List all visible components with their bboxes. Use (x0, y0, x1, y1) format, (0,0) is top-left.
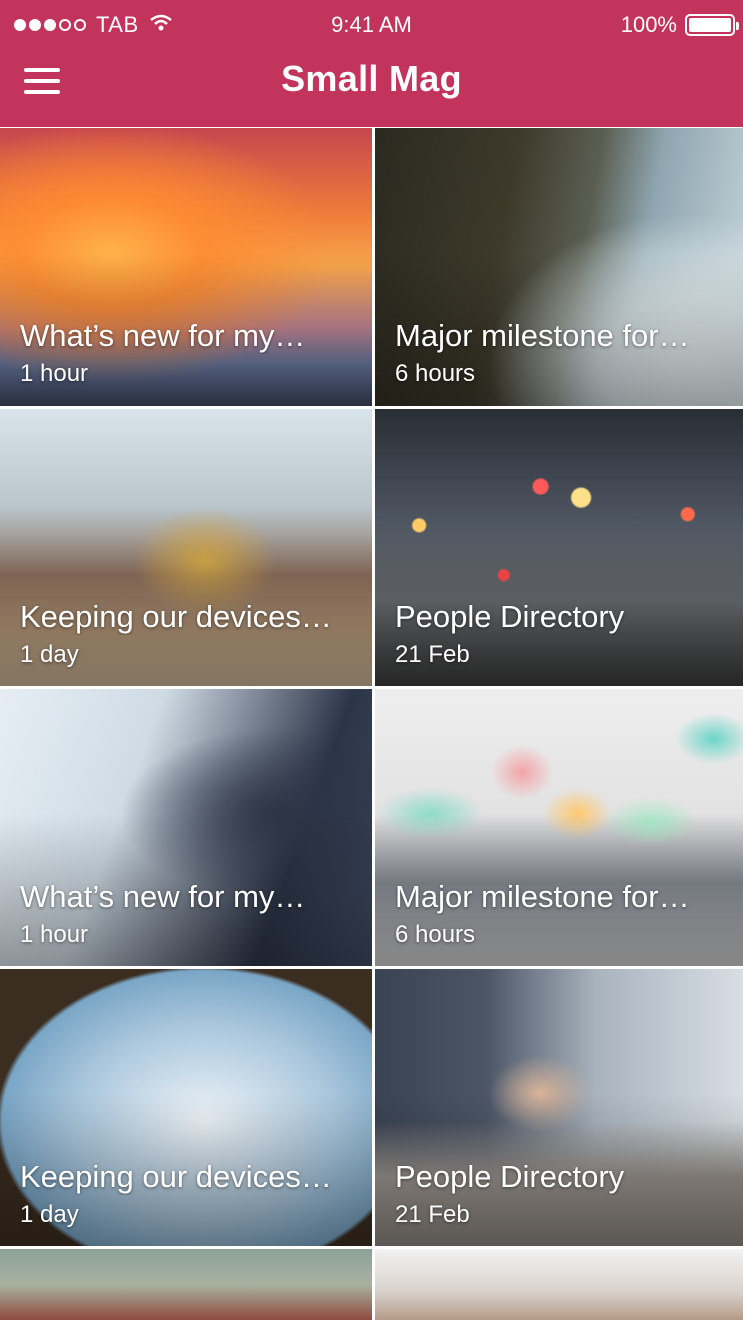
article-time: 1 day (20, 1201, 79, 1228)
article-title: What’s new for my… (20, 318, 306, 353)
article-title: What’s new for my… (20, 879, 306, 914)
article-time: 6 hours (395, 360, 476, 387)
article-card[interactable] (375, 1249, 743, 1320)
article-title: Major milestone for… (395, 879, 690, 914)
article-card[interactable]: Major milestone for… 6 hours (375, 128, 743, 406)
article-time: 1 day (20, 641, 79, 668)
status-right: 100% (620, 12, 739, 38)
article-title: People Directory (395, 599, 625, 634)
team-meeting-image (375, 1249, 743, 1320)
app-header: TAB 9:41 AM 100% Small Mag (0, 0, 743, 127)
article-title: People Directory (395, 1159, 625, 1194)
article-card[interactable]: People Directory 21 Feb (375, 409, 743, 686)
article-grid: What’s new for my… 1 hour Major mileston… (0, 128, 743, 1320)
nav-bar: Small Mag (0, 52, 743, 127)
article-card[interactable]: Major milestone for… 6 hours (375, 689, 743, 966)
article-time: 21 Feb (395, 641, 470, 668)
article-title: Major milestone for… (395, 318, 690, 353)
article-card[interactable] (0, 1249, 372, 1320)
battery-icon (685, 14, 739, 36)
article-time: 1 hour (20, 360, 89, 387)
article-title: Keeping our devices… (20, 1159, 332, 1194)
battery-percent: 100% (620, 12, 677, 37)
app-title: Small Mag (281, 58, 462, 99)
article-card[interactable]: What’s new for my… 1 hour (0, 128, 372, 406)
article-card[interactable]: People Directory 21 Feb (375, 969, 743, 1246)
person-red-cap-image (0, 1249, 372, 1320)
article-title: Keeping our devices… (20, 599, 332, 634)
article-card[interactable]: Keeping our devices… 1 day (0, 969, 372, 1246)
article-time: 1 hour (20, 921, 89, 948)
article-card[interactable]: What’s new for my… 1 hour (0, 689, 372, 966)
article-card[interactable]: Keeping our devices… 1 day (0, 409, 372, 686)
status-bar: TAB 9:41 AM 100% (0, 0, 743, 52)
article-time: 6 hours (395, 921, 476, 948)
article-time: 21 Feb (395, 1201, 470, 1228)
